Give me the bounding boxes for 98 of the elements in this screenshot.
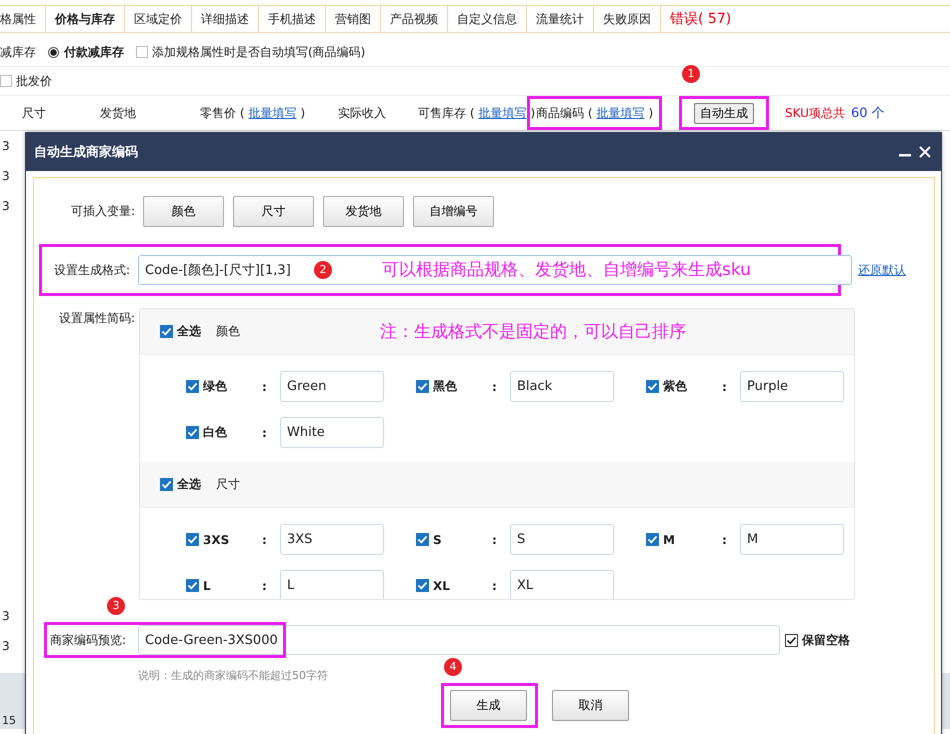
checkbox-icon	[160, 325, 173, 338]
tab[interactable]: 自定义信息	[448, 6, 527, 32]
variable-button[interactable]: 颜色	[143, 196, 224, 227]
column-header: 发货地	[100, 104, 136, 122]
field-label: 设置生成格式:	[52, 262, 131, 278]
batch-fill-link[interactable]: 批量填写	[248, 104, 296, 122]
attribute-checkbox[interactable]: L	[186, 578, 262, 592]
dialog-title: 自动生成商家编码	[34, 144, 139, 161]
checkbox-icon	[416, 579, 429, 592]
attribute-checkbox[interactable]: M	[646, 532, 722, 546]
colon-text: :	[262, 532, 268, 546]
column-header: )	[530, 106, 536, 120]
radio-button[interactable]: 付款减库存	[48, 44, 124, 60]
checkbox[interactable]: 批发价	[0, 72, 52, 90]
annotation-text: 可以根据商品规格、发货地、自增编号来生成sku	[382, 259, 751, 281]
colon-text: :	[262, 578, 268, 592]
number-badge: 1	[682, 65, 700, 83]
checkbox-icon	[785, 634, 798, 646]
group-name: 颜色	[216, 323, 240, 340]
sku-total-label: SKU项总共	[785, 104, 845, 122]
code-input[interactable]: Purple	[740, 371, 844, 402]
tab[interactable]: 手机描述	[259, 6, 326, 32]
colon-text: :	[492, 532, 498, 546]
attribute-checkbox[interactable]: 3XS	[186, 532, 262, 546]
colon-text: :	[492, 578, 498, 592]
colon-text: :	[492, 380, 498, 394]
checkbox-icon	[646, 533, 659, 546]
annotation-text: 注：生成格式不是固定的，可以自己排序	[380, 321, 686, 343]
preview-input[interactable]: Code-Green-3XS000	[138, 625, 780, 655]
column-header: 实际收入	[338, 104, 386, 122]
table-cell-text: 3	[2, 608, 10, 625]
field-label: 商家编码预览:	[49, 632, 126, 648]
tab[interactable]: 详细描述	[192, 6, 259, 32]
table-cell-text: 3	[2, 168, 10, 185]
table-cell-text: 3	[2, 138, 10, 155]
select-all-checkbox[interactable]: 全选	[160, 323, 201, 340]
column-header: )	[648, 106, 654, 120]
checkbox-icon	[416, 380, 429, 393]
checkbox-icon	[160, 478, 173, 491]
code-input[interactable]: 3XS	[280, 524, 384, 555]
variable-button[interactable]: 自增编号	[413, 196, 494, 227]
table-cell-text: 15	[1, 714, 16, 729]
checkbox-icon	[416, 533, 429, 546]
hint-text: 说明：生成的商家编码不能超过50字符	[138, 668, 329, 683]
number-badge: 3	[107, 597, 125, 615]
column-header: 可售库存 (	[418, 104, 474, 122]
variable-button[interactable]: 尺寸	[233, 196, 314, 227]
code-input[interactable]: Black	[510, 371, 614, 402]
checkbox[interactable]: 添加规格属性时是否自动填写(商品编码)	[136, 44, 366, 60]
colon-text: :	[262, 380, 268, 394]
tab[interactable]: 错误( 57)	[661, 6, 740, 32]
attribute-checkbox[interactable]: 黑色	[416, 378, 492, 395]
tab[interactable]: 失败原因	[594, 6, 661, 32]
sku-count: 60 个	[850, 105, 885, 122]
column-header: 商品编码 (	[536, 104, 592, 122]
attribute-checkbox[interactable]: S	[416, 532, 492, 546]
attribute-checkbox[interactable]: 白色	[186, 424, 262, 441]
field-label: 设置属性简码:	[58, 310, 136, 327]
field-label: 可插入变量:	[70, 203, 136, 220]
tab[interactable]: 营销图	[326, 6, 381, 32]
attribute-checkbox[interactable]: 绿色	[186, 378, 262, 395]
batch-fill-link[interactable]: 批量填写	[478, 104, 526, 122]
table-cell-text: 3	[2, 198, 10, 215]
auto-generate-button[interactable]: 自动生成	[694, 102, 754, 124]
colon-text: :	[722, 380, 728, 394]
checkbox-icon	[186, 533, 199, 546]
code-input[interactable]: M	[740, 524, 844, 555]
close-icon[interactable]	[919, 146, 931, 158]
tab[interactable]: 产品视频	[381, 6, 448, 32]
attribute-checkbox[interactable]: 紫色	[646, 378, 722, 395]
option-label: 减库存	[0, 44, 36, 60]
code-input[interactable]: L	[280, 570, 384, 599]
attribute-checkbox[interactable]: XL	[416, 578, 492, 592]
variable-button[interactable]: 发货地	[323, 196, 404, 227]
column-header: )	[300, 106, 306, 120]
colon-text: :	[722, 532, 728, 546]
dialog-button[interactable]: 取消	[552, 690, 629, 721]
code-input[interactable]: Green	[280, 371, 384, 402]
group-name: 尺寸	[216, 476, 240, 493]
column-header: 零售价 (	[200, 104, 244, 122]
code-input[interactable]: XL	[510, 570, 614, 599]
restore-default-link[interactable]: 还原默认	[858, 262, 906, 278]
tab[interactable]: 流量统计	[527, 6, 594, 32]
tab[interactable]: 区域定价	[125, 6, 192, 32]
column-header: 尺寸	[22, 104, 46, 122]
code-input[interactable]: White	[280, 417, 384, 448]
checkbox-icon	[646, 380, 659, 393]
code-input[interactable]: S	[510, 524, 614, 555]
colon-text: :	[262, 426, 268, 440]
checkbox-icon	[186, 380, 199, 393]
number-badge: 4	[444, 658, 462, 676]
table-cell-text: 3	[2, 638, 10, 655]
checkbox-icon	[186, 426, 199, 439]
keep-spaces-checkbox[interactable]: 保留空格	[785, 632, 850, 648]
select-all-checkbox[interactable]: 全选	[160, 476, 201, 493]
batch-fill-link[interactable]: 批量填写	[596, 104, 644, 122]
dialog-button[interactable]: 生成	[450, 690, 527, 721]
checkbox-icon	[186, 579, 199, 592]
